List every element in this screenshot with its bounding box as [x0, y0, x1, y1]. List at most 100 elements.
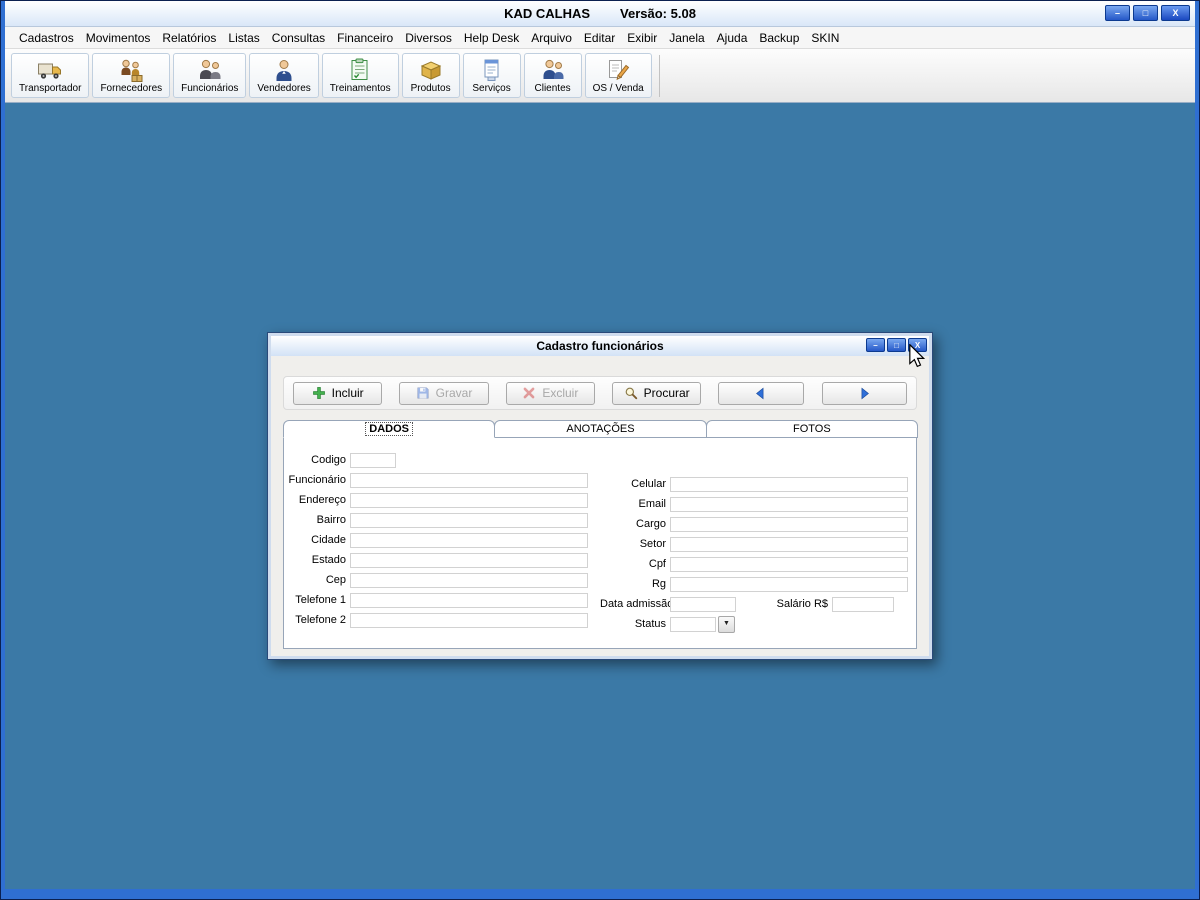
funcionario-input[interactable]	[350, 473, 588, 488]
cpf-input[interactable]	[670, 557, 908, 572]
email-label: Email	[600, 498, 670, 510]
menu-item-exibir[interactable]: Exibir	[621, 28, 663, 48]
form-row-codigo: Codigo	[284, 450, 588, 470]
toolbar-button-fornecedores[interactable]: Fornecedores	[92, 53, 170, 98]
dialog-body: IncluirGravarExcluirProcurar DADOSANOTAÇ…	[271, 356, 929, 656]
form-row-data-admissao: Data admissãoSalário R$	[600, 594, 908, 614]
menu-item-arquivo[interactable]: Arquivo	[525, 28, 578, 48]
dialog-cadastro-funcionarios: Cadastro funcionários –□X Incluir Gravar E…	[267, 332, 933, 660]
setor-input[interactable]	[670, 537, 908, 552]
data-admissao-input[interactable]	[670, 597, 736, 612]
toolbar-button-servicos[interactable]: Serviços	[463, 53, 521, 98]
dialog-minimize-icon[interactable]: –	[866, 338, 885, 352]
toolbar-label-funcionarios: Funcionários	[181, 83, 238, 94]
codigo-label: Codigo	[284, 454, 350, 466]
dialog-title-bar[interactable]: Cadastro funcionários –□X	[271, 336, 929, 356]
form-row-cpf: Cpf	[600, 554, 908, 574]
menu-item-financeiro[interactable]: Financeiro	[331, 28, 399, 48]
estado-input[interactable]	[350, 553, 588, 568]
window-frame: KAD CALHAS Versão: 5.08 –□X CadastrosMov…	[1, 1, 1199, 899]
toolbar-label-servicos: Serviços	[472, 83, 510, 94]
toolbar-label-transportador: Transportador	[19, 83, 81, 94]
form-right-column: CelularEmailCargoSetorCpfRgData admissão…	[600, 474, 908, 634]
procurar-button[interactable]: Procurar	[612, 382, 701, 405]
toolbar-button-funcionarios[interactable]: Funcionários	[173, 53, 246, 98]
dialog-maximize-icon[interactable]: □	[887, 338, 906, 352]
toolbar-label-produtos: Produtos	[411, 83, 451, 94]
products-icon	[418, 57, 444, 82]
form-row-funcionario: Funcionário	[284, 470, 588, 490]
form-row-endereco: Endereço	[284, 490, 588, 510]
delete-icon	[522, 386, 536, 400]
telefone-1-label: Telefone 1	[284, 594, 350, 606]
previous-record-button[interactable]	[718, 382, 803, 405]
cargo-input[interactable]	[670, 517, 908, 532]
toolbar-button-produtos[interactable]: Produtos	[402, 53, 460, 98]
menu-item-relatorios[interactable]: Relatórios	[156, 28, 222, 48]
tab-fotos[interactable]: FOTOS	[706, 420, 918, 438]
close-icon[interactable]: X	[1161, 5, 1190, 21]
toolbar-button-transportador[interactable]: Transportador	[11, 53, 89, 98]
status-label: Status	[600, 618, 670, 630]
toolbar-button-treinamentos[interactable]: Treinamentos	[322, 53, 399, 98]
window-title: KAD CALHAS Versão: 5.08	[504, 6, 696, 21]
search-icon	[624, 386, 638, 400]
menu-item-skin[interactable]: SKIN	[805, 28, 845, 48]
estado-label: Estado	[284, 554, 350, 566]
gravar-button: Gravar	[399, 382, 488, 405]
tab-anotacoes[interactable]: ANOTAÇÕES	[494, 420, 706, 438]
menu-item-janela[interactable]: Janela	[663, 28, 710, 48]
dialog-title: Cadastro funcionários	[536, 339, 663, 353]
menu-item-cadastros[interactable]: Cadastros	[13, 28, 80, 48]
cep-input[interactable]	[350, 573, 588, 588]
menu-item-movimentos[interactable]: Movimentos	[80, 28, 157, 48]
toolbar-label-clientes: Clientes	[535, 83, 571, 94]
maximize-icon[interactable]: □	[1133, 5, 1158, 21]
endereco-label: Endereço	[284, 494, 350, 506]
toolbar-separator	[659, 55, 660, 97]
status-dropdown-button[interactable]: ▼	[718, 616, 735, 633]
bairro-label: Bairro	[284, 514, 350, 526]
salesperson-icon	[271, 57, 297, 82]
bairro-input[interactable]	[350, 513, 588, 528]
minimize-icon[interactable]: –	[1105, 5, 1130, 21]
save-icon	[416, 386, 430, 400]
form-left-column: CodigoFuncionárioEndereçoBairroCidadeEst…	[284, 450, 588, 630]
telefone-1-input[interactable]	[350, 593, 588, 608]
form-row-status: Status ▼	[600, 614, 908, 634]
menu-item-backup[interactable]: Backup	[753, 28, 805, 48]
procurar-label: Procurar	[644, 386, 690, 400]
data-admissao-label: Data admissão	[600, 598, 670, 610]
endereco-input[interactable]	[350, 493, 588, 508]
next-record-button[interactable]	[822, 382, 907, 405]
incluir-button[interactable]: Incluir	[293, 382, 382, 405]
dialog-controls: –□X	[866, 338, 927, 352]
form-row-rg: Rg	[600, 574, 908, 594]
toolbar-button-clientes[interactable]: Clientes	[524, 53, 582, 98]
status-input[interactable]	[670, 617, 716, 632]
salario-r-input[interactable]	[832, 597, 894, 612]
employees-icon	[197, 57, 223, 82]
arrow-left-icon	[754, 387, 767, 400]
menu-item-editar[interactable]: Editar	[578, 28, 621, 48]
telefone-2-label: Telefone 2	[284, 614, 350, 626]
tab-dados[interactable]: DADOS	[283, 420, 495, 438]
cidade-input[interactable]	[350, 533, 588, 548]
rg-input[interactable]	[670, 577, 908, 592]
celular-input[interactable]	[670, 477, 908, 492]
toolbar-button-vendedores[interactable]: Vendedores	[249, 53, 318, 98]
cpf-label: Cpf	[600, 558, 670, 570]
form-row-setor: Setor	[600, 534, 908, 554]
form-row-estado: Estado	[284, 550, 588, 570]
dialog-close-icon[interactable]: X	[908, 338, 927, 352]
clients-icon	[540, 57, 566, 82]
email-input[interactable]	[670, 497, 908, 512]
menu-item-diversos[interactable]: Diversos	[399, 28, 458, 48]
menu-item-help-desk[interactable]: Help Desk	[458, 28, 525, 48]
menu-item-listas[interactable]: Listas	[222, 28, 265, 48]
telefone-2-input[interactable]	[350, 613, 588, 628]
codigo-input[interactable]	[350, 453, 396, 468]
menu-item-ajuda[interactable]: Ajuda	[711, 28, 754, 48]
toolbar-button-os-venda[interactable]: OS / Venda	[585, 53, 652, 98]
menu-item-consultas[interactable]: Consultas	[266, 28, 331, 48]
